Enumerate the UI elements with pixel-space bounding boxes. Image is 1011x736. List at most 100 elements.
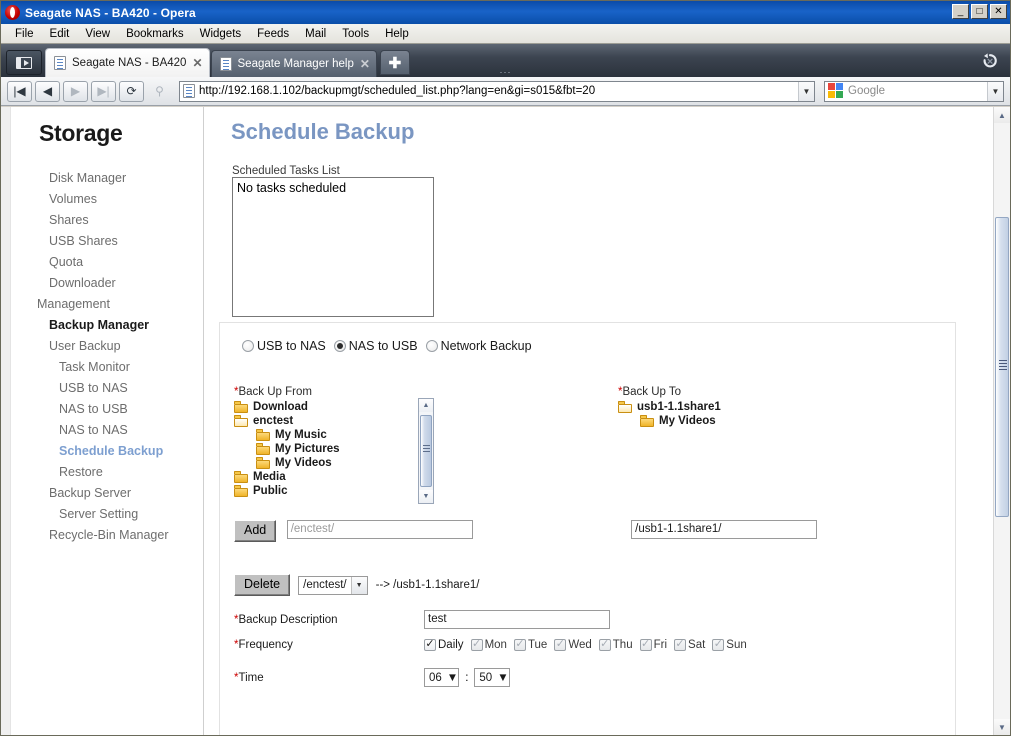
sidebar-item-user-backup[interactable]: User Backup xyxy=(1,335,204,356)
scroll-up-icon[interactable]: ▲ xyxy=(994,107,1010,123)
sidebar-item-backup-server[interactable]: Backup Server xyxy=(1,482,204,503)
sidebar-item-backup-manager[interactable]: Backup Manager xyxy=(1,314,204,335)
scroll-up-icon[interactable]: ▲ xyxy=(419,399,433,412)
sidebar-item-restore[interactable]: Restore xyxy=(1,461,204,482)
add-button[interactable]: Add xyxy=(234,520,277,542)
sidebar-item-management[interactable]: Management xyxy=(1,293,204,314)
go-end-button[interactable]: ▶| xyxy=(91,80,116,102)
minute-select[interactable]: 50 ▼ xyxy=(474,668,510,687)
reload-button[interactable]: ⟳ xyxy=(119,80,144,102)
checkbox-mon[interactable] xyxy=(470,637,483,651)
sidebar-item-disk-manager[interactable]: Disk Manager xyxy=(1,167,204,188)
menu-file[interactable]: File xyxy=(7,26,42,42)
tree-node[interactable]: My Pictures xyxy=(234,442,434,456)
radio-nas-to-usb[interactable] xyxy=(333,340,346,352)
backup-description-input[interactable]: test xyxy=(424,610,610,629)
checkbox-label-sun[interactable]: Sun xyxy=(726,639,746,651)
scheduled-tasks-list[interactable]: No tasks scheduled xyxy=(232,177,434,317)
checkbox-tue[interactable] xyxy=(513,637,526,651)
tab-seagate-manager-help[interactable]: Seagate Manager help ✕ xyxy=(210,50,377,77)
scrollbar-thumb[interactable] xyxy=(420,415,432,487)
checkbox-wed[interactable] xyxy=(554,637,567,651)
search-bar[interactable]: Google ▼ xyxy=(824,80,1004,102)
search-input[interactable]: Google xyxy=(848,85,987,97)
menu-bookmarks[interactable]: Bookmarks xyxy=(118,26,192,42)
tab-close-icon[interactable]: ✕ xyxy=(192,56,202,70)
sidebar-item-quota[interactable]: Quota xyxy=(1,251,204,272)
radio-label-nas-to-usb[interactable]: NAS to USB xyxy=(349,339,418,353)
sidebar-item-volumes[interactable]: Volumes xyxy=(1,188,204,209)
menu-mail[interactable]: Mail xyxy=(297,26,334,42)
hour-select[interactable]: 06 ▼ xyxy=(424,668,460,687)
mapping-select[interactable]: /enctest/ ▼ xyxy=(298,575,368,595)
address-input[interactable]: http://192.168.1.102/backupmgt/scheduled… xyxy=(199,85,798,97)
sidebar-item-downloader[interactable]: Downloader xyxy=(1,272,204,293)
radio-network-backup[interactable] xyxy=(425,340,438,352)
menu-view[interactable]: View xyxy=(77,26,118,42)
sidebar-item-schedule-backup[interactable]: Schedule Backup xyxy=(1,440,204,461)
checkbox-label-thu[interactable]: Thu xyxy=(613,639,633,651)
menu-widgets[interactable]: Widgets xyxy=(192,26,250,42)
radio-label-network-backup[interactable]: Network Backup xyxy=(441,339,532,353)
source-path-input[interactable]: /enctest/ xyxy=(286,520,473,540)
menu-help[interactable]: Help xyxy=(377,26,417,42)
checkbox-label-sat[interactable]: Sat xyxy=(688,639,705,651)
page-scrollbar[interactable]: ▲ ▼ xyxy=(993,107,1010,735)
checkbox-label-fri[interactable]: Fri xyxy=(654,639,667,651)
chevron-down-icon[interactable]: ▼ xyxy=(447,672,458,684)
sidebar-item-nas-to-usb[interactable]: NAS to USB xyxy=(1,398,204,419)
tree-node[interactable]: My Music xyxy=(234,428,434,442)
sidebar-item-nas-to-nas[interactable]: NAS to NAS xyxy=(1,419,204,440)
scroll-down-icon[interactable]: ▼ xyxy=(994,719,1010,735)
menu-tools[interactable]: Tools xyxy=(334,26,377,42)
back-button[interactable]: ◀ xyxy=(35,80,60,102)
scroll-down-icon[interactable]: ▼ xyxy=(419,490,433,503)
checkbox-sat[interactable] xyxy=(674,637,687,651)
maximize-button[interactable]: □ xyxy=(971,4,988,19)
panel-toggle-icon[interactable] xyxy=(6,50,42,75)
tabbar-handle[interactable]: ··· xyxy=(500,67,512,77)
menu-feeds[interactable]: Feeds xyxy=(249,26,297,42)
security-key-button[interactable]: ⚲ xyxy=(147,81,172,102)
sidebar-item-usb-to-nas[interactable]: USB to NAS xyxy=(1,377,204,398)
checkbox-label-tue[interactable]: Tue xyxy=(528,639,547,651)
new-tab-button[interactable]: ✚ xyxy=(379,50,410,75)
dest-path-input[interactable]: /usb1-1.1share1/ xyxy=(631,520,818,540)
trash-undo-icon[interactable] xyxy=(976,48,1004,74)
sidebar-item-usb-shares[interactable]: USB Shares xyxy=(1,230,204,251)
tree-node[interactable]: My Videos xyxy=(234,456,434,470)
scrollbar-thumb[interactable] xyxy=(995,217,1009,517)
tree-node[interactable]: Download xyxy=(234,400,434,414)
address-bar[interactable]: http://192.168.1.102/backupmgt/scheduled… xyxy=(179,80,815,102)
radio-usb-to-nas[interactable] xyxy=(242,340,254,352)
checkbox-label-mon[interactable]: Mon xyxy=(485,639,507,651)
checkbox-sun[interactable] xyxy=(712,637,725,651)
backup-from-tree-scrollbar[interactable]: ▲ ▼ xyxy=(418,398,434,504)
delete-button[interactable]: Delete xyxy=(234,574,291,596)
sidebar-item-recycle-bin-manager[interactable]: Recycle-Bin Manager xyxy=(1,524,204,545)
checkbox-thu[interactable] xyxy=(598,637,611,651)
go-home-start-button[interactable]: |◀ xyxy=(7,80,32,102)
tab-close-icon[interactable]: ✕ xyxy=(360,57,370,71)
tree-node[interactable]: Media xyxy=(234,470,434,484)
chevron-down-icon[interactable]: ▼ xyxy=(350,576,367,594)
minimize-button[interactable]: _ xyxy=(952,4,969,19)
checkbox-fri[interactable] xyxy=(639,637,652,651)
close-button[interactable]: ✕ xyxy=(990,4,1007,19)
tree-node[interactable]: enctest xyxy=(234,414,434,428)
checkbox-daily[interactable] xyxy=(424,637,436,651)
menu-edit[interactable]: Edit xyxy=(42,26,78,42)
radio-label-usb-to-nas[interactable]: USB to NAS xyxy=(257,339,326,353)
tree-node[interactable]: usb1-1.1share1 xyxy=(618,400,868,414)
chevron-down-icon[interactable]: ▼ xyxy=(497,672,508,684)
search-dropdown-icon[interactable]: ▼ xyxy=(987,81,1003,101)
checkbox-label-daily[interactable]: Daily xyxy=(438,639,464,651)
address-dropdown-icon[interactable]: ▼ xyxy=(798,81,814,101)
forward-button[interactable]: ▶ xyxy=(63,80,88,102)
tree-node[interactable]: Public xyxy=(234,484,434,498)
tab-seagate-nas[interactable]: Seagate NAS - BA420 ✕ xyxy=(45,48,210,77)
checkbox-label-wed[interactable]: Wed xyxy=(568,639,591,651)
sidebar-item-shares[interactable]: Shares xyxy=(1,209,204,230)
sidebar-item-task-monitor[interactable]: Task Monitor xyxy=(1,356,204,377)
sidebar-item-server-setting[interactable]: Server Setting xyxy=(1,503,204,524)
